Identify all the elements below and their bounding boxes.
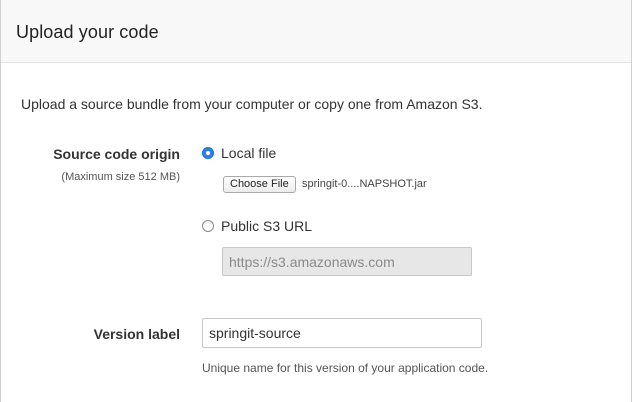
intro-text: Upload a source bundle from your compute… [21, 96, 483, 112]
version-label-title: Version label [93, 326, 180, 342]
dialog-title: Upload your code [16, 22, 159, 42]
upload-dialog: Upload your code Upload a source bundle … [0, 0, 632, 402]
max-size-note: (Maximum size 512 MB) [61, 171, 180, 183]
local-file-radio[interactable] [202, 147, 214, 159]
public-s3-url-radio[interactable] [202, 220, 214, 232]
source-origin-label: Source code origin [53, 146, 180, 162]
s3-url-input[interactable] [222, 247, 472, 276]
public-s3-url-label[interactable]: Public S3 URL [221, 218, 312, 234]
selected-file-name: springit-0....NAPSHOT.jar [302, 178, 427, 190]
local-file-label[interactable]: Local file [221, 145, 276, 161]
dialog-header: Upload your code [1, 0, 631, 63]
choose-file-button[interactable]: Choose File [223, 176, 296, 193]
version-label-input[interactable] [202, 318, 482, 348]
version-help-text: Unique name for this version of your app… [202, 361, 489, 375]
